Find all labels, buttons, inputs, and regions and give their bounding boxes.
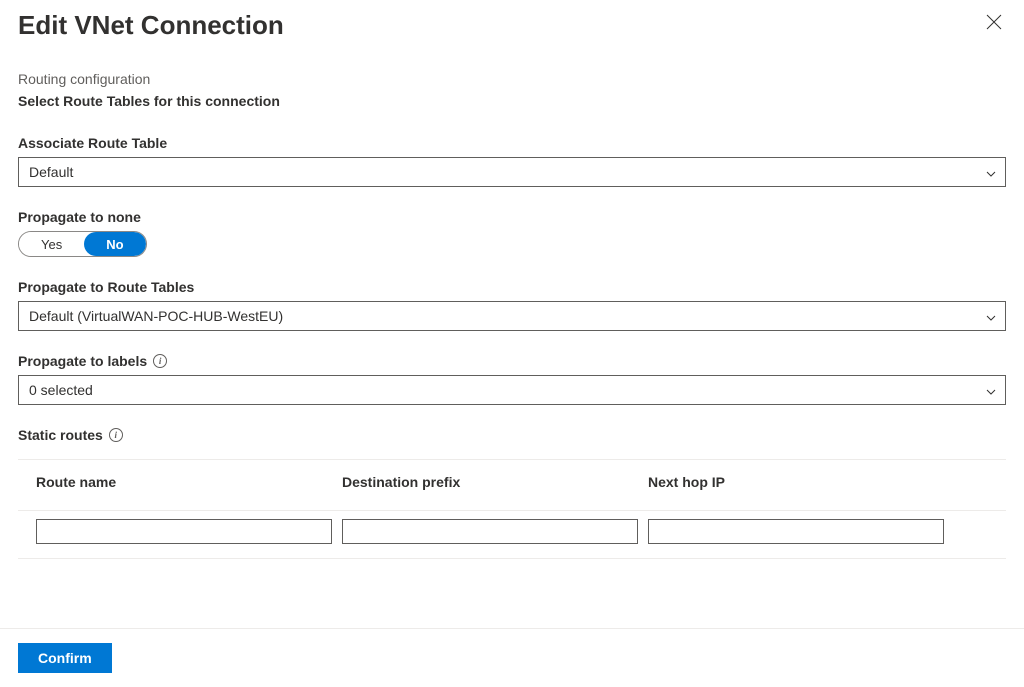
page-title: Edit VNet Connection [18,10,284,41]
propagate-none-yes[interactable]: Yes [19,232,84,256]
routing-config-subtitle: Routing configuration [18,71,1006,87]
next-hop-ip-input[interactable] [648,519,944,544]
propagate-route-tables-select[interactable]: Default (VirtualWAN-POC-HUB-WestEU) [18,301,1006,331]
chevron-down-icon [985,385,995,395]
info-icon[interactable]: i [109,428,123,442]
confirm-button[interactable]: Confirm [18,643,112,673]
propagate-labels-select[interactable]: 0 selected [18,375,1006,405]
propagate-route-tables-label: Propagate to Route Tables [18,279,1006,295]
associate-route-table-label: Associate Route Table [18,135,1006,151]
column-next-hop-ip: Next hop IP [648,474,944,490]
column-destination-prefix: Destination prefix [342,474,638,490]
static-routes-label: Static routes i [18,427,1006,443]
route-name-input[interactable] [36,519,332,544]
routing-config-heading: Select Route Tables for this connection [18,93,1006,109]
static-routes-headers: Route name Destination prefix Next hop I… [18,459,1006,511]
chevron-down-icon [985,167,995,177]
propagate-none-toggle[interactable]: Yes No [18,231,147,257]
close-icon[interactable] [982,10,1006,38]
associate-route-table-value: Default [29,164,73,180]
destination-prefix-input[interactable] [342,519,638,544]
table-row [18,511,1006,544]
propagate-none-no[interactable]: No [84,232,145,256]
column-route-name: Route name [36,474,332,490]
associate-route-table-select[interactable]: Default [18,157,1006,187]
propagate-none-label: Propagate to none [18,209,1006,225]
propagate-labels-label: Propagate to labels i [18,353,1006,369]
chevron-down-icon [985,311,995,321]
propagate-labels-value: 0 selected [29,382,93,398]
info-icon[interactable]: i [153,354,167,368]
propagate-route-tables-value: Default (VirtualWAN-POC-HUB-WestEU) [29,308,283,324]
